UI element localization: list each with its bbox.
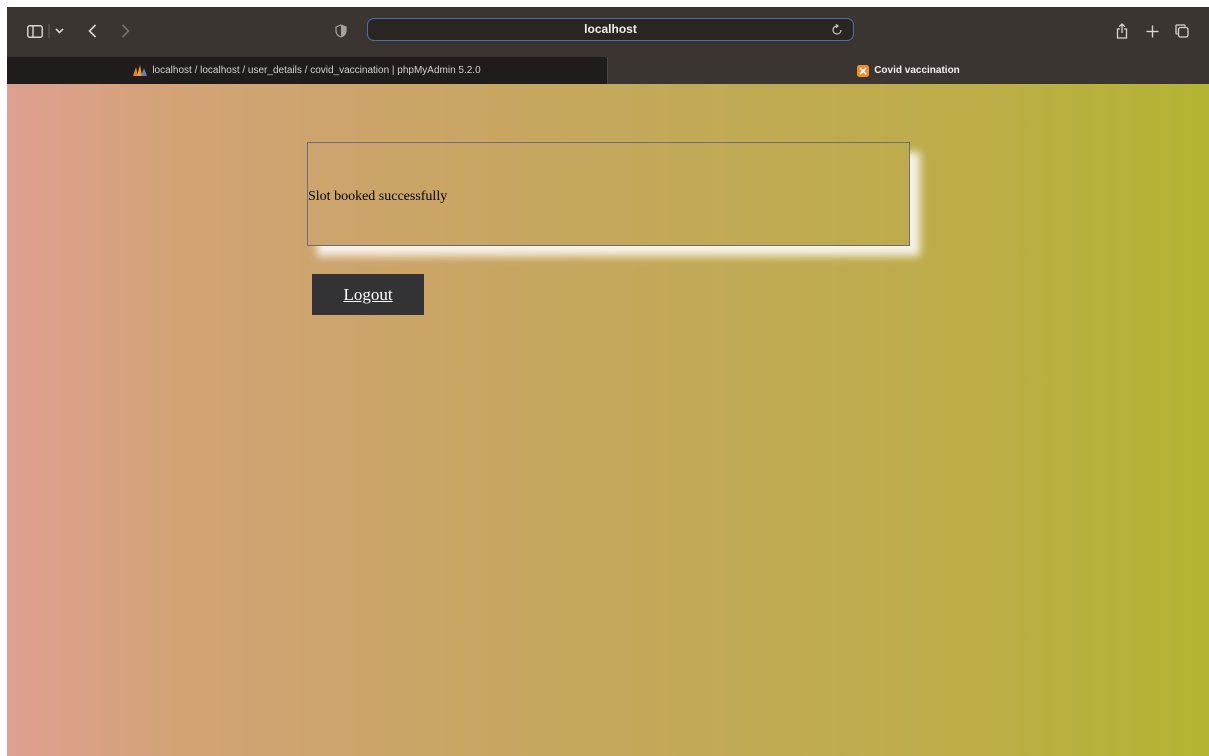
shield-icon[interactable]	[334, 21, 348, 41]
xampp-icon	[857, 64, 870, 77]
browser-toolbar: localhost	[7, 7, 1209, 57]
divider	[45, 21, 53, 41]
plus-icon[interactable]	[1144, 21, 1160, 41]
reload-icon[interactable]	[832, 22, 843, 40]
forward-icon[interactable]	[118, 21, 132, 41]
tabs-icon[interactable]	[1174, 21, 1190, 41]
tab-covid-vaccination[interactable]: Covid vaccination	[608, 57, 1209, 84]
page-content: Slot booked successfully Logout	[7, 84, 1209, 756]
phpmyadmin-icon	[133, 65, 148, 76]
share-icon[interactable]	[1114, 21, 1130, 41]
message-box: Slot booked successfully	[307, 142, 910, 246]
browser-window: localhost localhost / localhost / user_d…	[7, 7, 1209, 756]
address-bar[interactable]: localhost	[367, 18, 854, 41]
chevron-down-icon[interactable]	[53, 21, 65, 41]
tab-phpmyadmin[interactable]: localhost / localhost / user_details / c…	[7, 57, 608, 84]
logout-link[interactable]: Logout	[343, 285, 392, 305]
back-icon[interactable]	[85, 21, 99, 41]
tab-title: localhost / localhost / user_details / c…	[152, 65, 481, 76]
tab-bar: localhost / localhost / user_details / c…	[7, 57, 1209, 84]
success-message: Slot booked successfully	[308, 189, 448, 204]
logout-button[interactable]: Logout	[312, 274, 424, 315]
address-text[interactable]: localhost	[368, 22, 853, 36]
sidebar-icon[interactable]	[26, 21, 44, 41]
tab-title: Covid vaccination	[874, 65, 960, 76]
